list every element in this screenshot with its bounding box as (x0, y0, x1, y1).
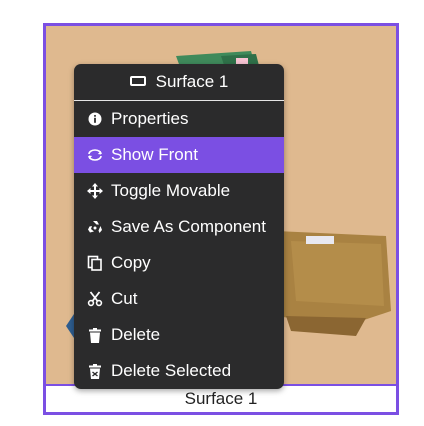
menu-item-properties[interactable]: Properties (74, 101, 284, 137)
menu-item-delete[interactable]: Delete (74, 317, 284, 353)
menu-item-copy[interactable]: Copy (74, 245, 284, 281)
copy-icon (87, 255, 103, 271)
menu-item-label: Save As Component (111, 217, 266, 236)
menu-item-show-front[interactable]: Show Front (74, 137, 284, 173)
menu-item-toggle-movable[interactable]: Toggle Movable (74, 173, 284, 209)
info-icon (87, 111, 103, 127)
context-menu-title: Surface 1 (155, 72, 229, 91)
context-menu: Surface 1 Properties Show Front Toggle M… (74, 64, 284, 389)
recycle-icon (87, 219, 103, 235)
trash-selected-icon (87, 363, 103, 379)
move-icon (87, 183, 103, 199)
menu-item-label: Delete (111, 325, 161, 344)
menu-item-save-as-component[interactable]: Save As Component (74, 209, 284, 245)
menu-item-label: Cut (111, 289, 138, 308)
menu-item-label: Properties (111, 109, 189, 128)
context-menu-header: Surface 1 (74, 64, 284, 101)
rotate-icon (87, 147, 103, 163)
menu-item-label: Copy (111, 253, 151, 272)
menu-item-label: Toggle Movable (111, 181, 231, 200)
menu-item-label: Delete Selected (111, 361, 232, 380)
keyboard-icon (129, 76, 146, 86)
menu-item-cut[interactable]: Cut (74, 281, 284, 317)
trash-icon (87, 327, 103, 343)
menu-item-label: Show Front (111, 145, 198, 164)
scissors-icon (87, 291, 103, 307)
menu-item-delete-selected[interactable]: Delete Selected (74, 353, 284, 389)
